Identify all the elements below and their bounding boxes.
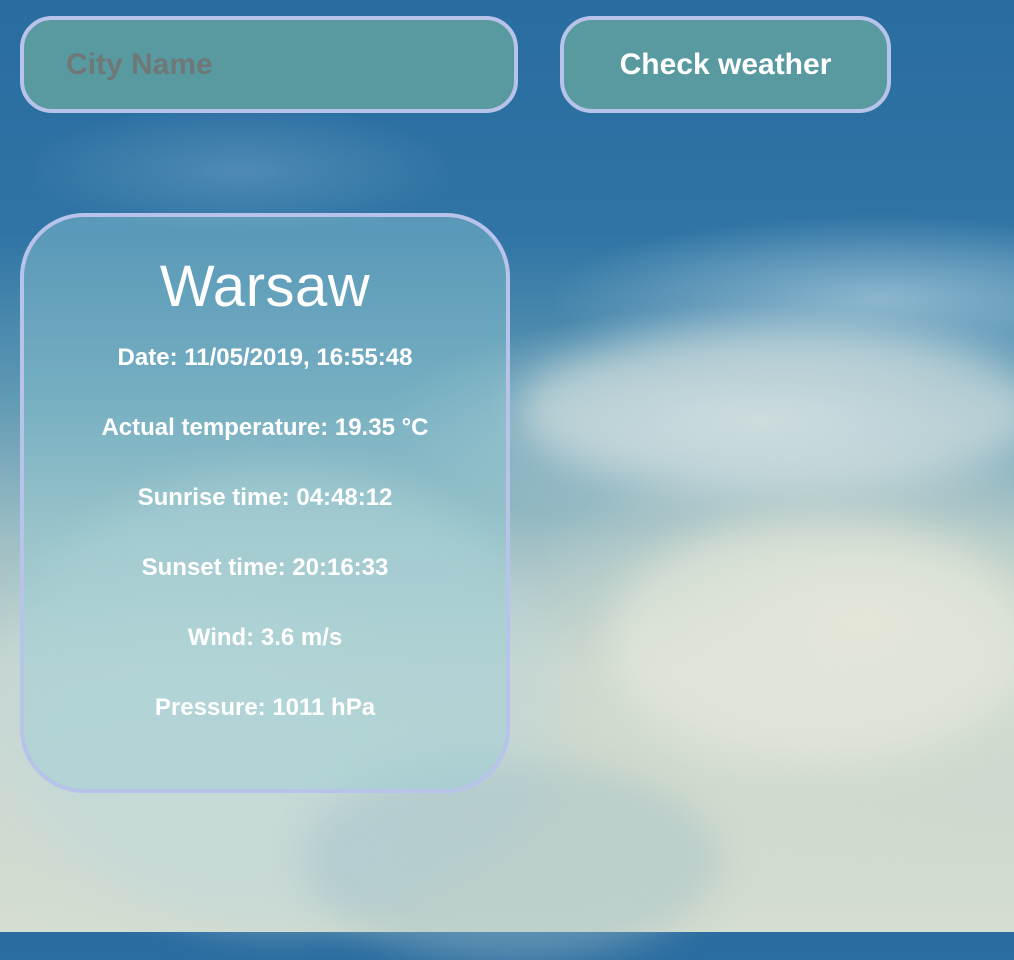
pressure-line: Pressure: 1011 hPa xyxy=(154,694,376,721)
background-cloud xyxy=(520,330,1014,490)
sunset-line: Sunset time: 20:16:33 xyxy=(141,554,389,581)
date-line: Date: 11/05/2019, 16:55:48 xyxy=(117,344,413,371)
background-cloud xyxy=(610,520,1014,760)
city-title: Warsaw xyxy=(159,254,371,319)
temperature-line: Actual temperature: 19.35 °C xyxy=(101,414,429,441)
city-name-input[interactable] xyxy=(20,16,518,113)
sunrise-line: Sunrise time: 04:48:12 xyxy=(137,484,393,511)
check-weather-button[interactable]: Check weather xyxy=(560,16,891,113)
weather-card: Warsaw Date: 11/05/2019, 16:55:48 Actual… xyxy=(20,213,510,793)
wind-line: Wind: 3.6 m/s xyxy=(187,624,343,651)
